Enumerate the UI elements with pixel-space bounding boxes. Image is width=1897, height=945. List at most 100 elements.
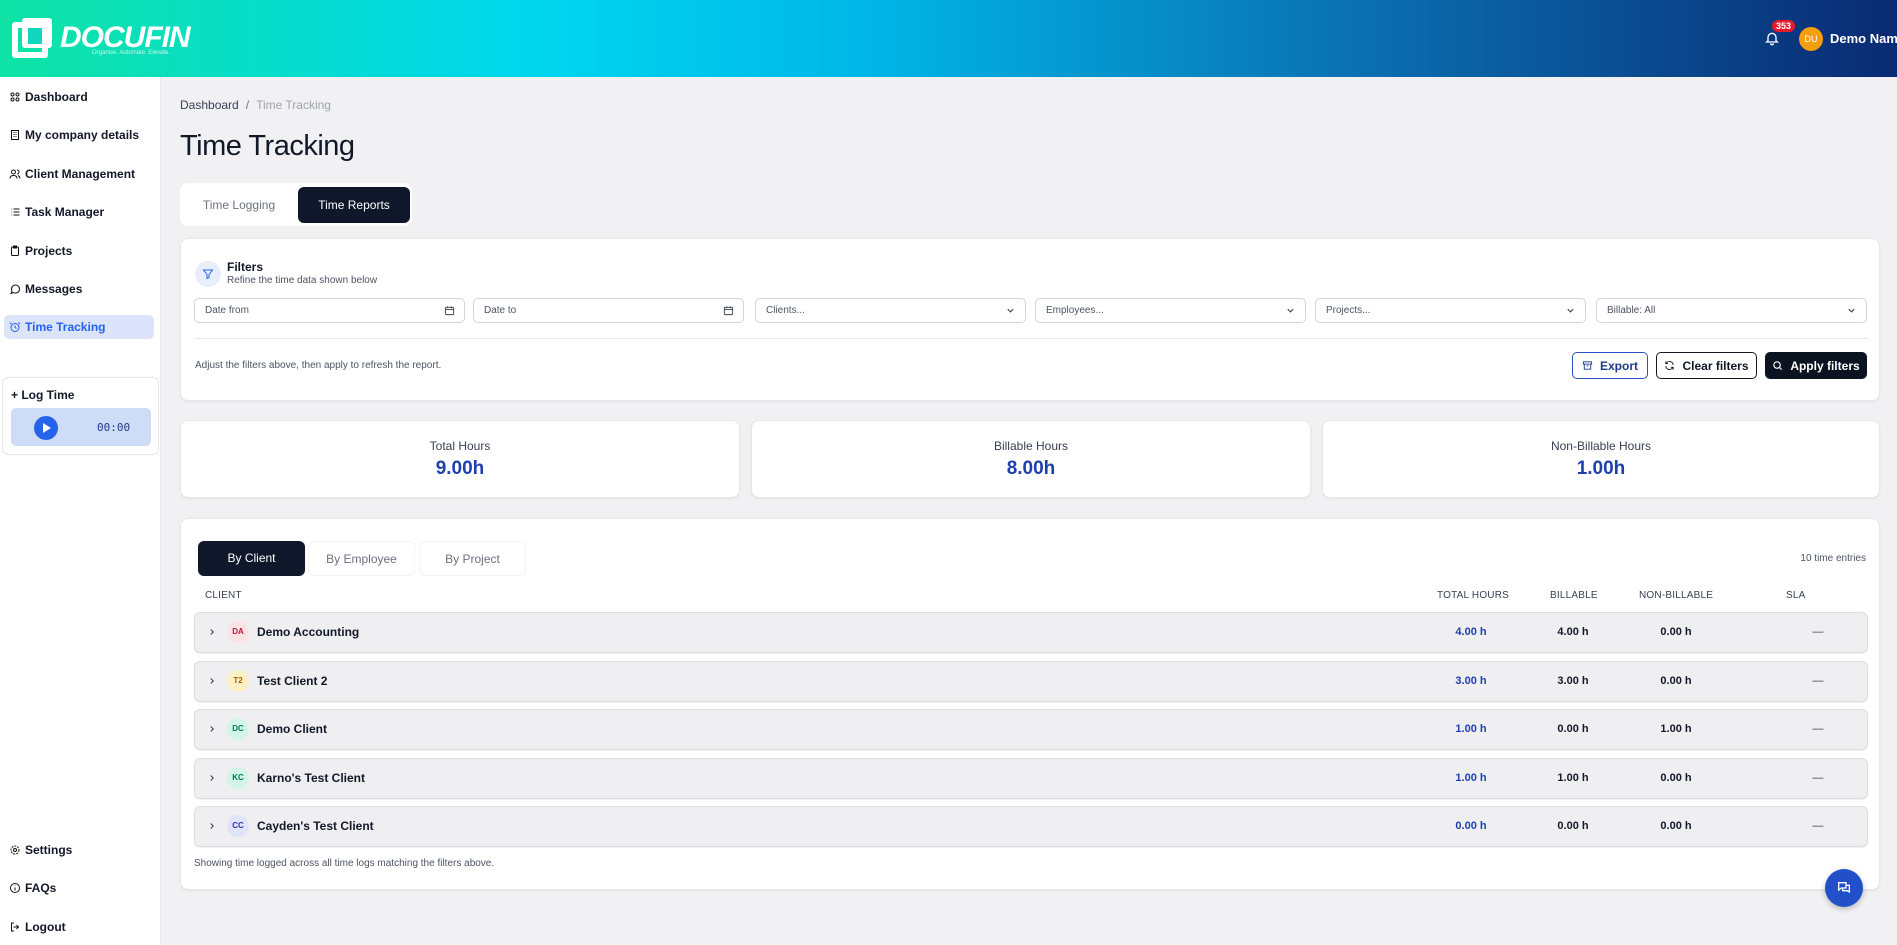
stat-billable-hours: Billable Hours 8.00h <box>751 420 1311 498</box>
filters-title: Filters <box>227 260 264 274</box>
filters-note: Adjust the filters above, then apply to … <box>195 360 442 371</box>
cell-total-hours: 1.00 h <box>1455 723 1487 736</box>
stat-non-billable-hours: Non-Billable Hours 1.00h <box>1322 420 1880 498</box>
cell-non-billable: 1.00 h <box>1660 723 1692 736</box>
tab-by-client[interactable]: By Client <box>198 541 305 576</box>
table-row[interactable]: DA Demo Accounting 4.00 h 4.00 h 0.00 h — <box>194 612 1868 653</box>
client-initials-badge: T2 <box>227 669 249 692</box>
chat-button[interactable] <box>1825 869 1863 907</box>
client-initials-badge: DA <box>227 621 249 643</box>
stat-value: 1.00h <box>1576 458 1626 479</box>
table-row[interactable]: KC Karno's Test Client 1.00 h 1.00 h 0.00 h — <box>194 757 1868 799</box>
report-card: By Client By Employee By Project 10 time… <box>180 518 1880 890</box>
sidebar-item-task-manager[interactable]: Task Manager <box>4 200 154 224</box>
table-row[interactable]: T2 Test Client 2 3.00 h 3.00 h 0.00 h — <box>194 660 1868 702</box>
billable-select[interactable]: Billable: All <box>1596 298 1867 323</box>
sidebar-item-label: Logout <box>25 920 66 934</box>
chat-icon <box>1838 882 1850 894</box>
cell-billable: 3.00 h <box>1557 674 1589 687</box>
chevron-down-icon <box>1287 308 1294 313</box>
export-button[interactable]: Export <box>1572 352 1648 379</box>
cell-total-hours: 3.00 h <box>1455 674 1487 687</box>
cell-sla: — <box>1812 674 1824 687</box>
tab-time-logging[interactable]: Time Logging <box>184 187 294 223</box>
avatar[interactable]: DU <box>1799 27 1823 51</box>
chevron-right-icon[interactable] <box>207 676 217 686</box>
cell-non-billable: 0.00 h <box>1660 820 1692 833</box>
message-icon <box>10 284 21 295</box>
sidebar-item-company-details[interactable]: My company details <box>4 123 154 147</box>
sidebar-item-time-tracking[interactable]: Time Tracking <box>4 315 154 339</box>
stat-label: Total Hours <box>429 439 491 453</box>
logout-icon <box>11 922 20 932</box>
timer-value: 00:00 <box>97 421 131 434</box>
archive-icon <box>1582 361 1593 370</box>
sidebar-item-label: Task Manager <box>25 205 105 219</box>
play-icon[interactable] <box>34 416 58 440</box>
client-name: Demo Client <box>257 722 328 737</box>
cell-sla: — <box>1812 626 1824 638</box>
sidebar-item-client-management[interactable]: Client Management <box>4 162 154 186</box>
sidebar-item-dashboard[interactable]: Dashboard <box>4 85 154 109</box>
chevron-right-icon[interactable] <box>207 627 217 637</box>
gear-icon <box>10 845 20 855</box>
stat-value: 9.00h <box>435 458 485 479</box>
projects-select[interactable]: Projects... <box>1315 298 1586 323</box>
stat-total-hours: Total Hours 9.00h <box>180 420 740 498</box>
table-row[interactable]: CC Cayden's Test Client 0.00 h 0.00 h 0.00 h… <box>194 806 1868 848</box>
breadcrumb-root[interactable]: Dashboard <box>180 98 239 112</box>
cell-non-billable: 0.00 h <box>1660 626 1692 638</box>
user-name[interactable]: Demo Name <box>1830 31 1897 46</box>
tabs: Time Logging Time Reports <box>180 183 412 226</box>
sidebar-item-label: Messages <box>25 282 83 296</box>
cell-total-hours: 4.00 h <box>1455 626 1487 638</box>
employees-select[interactable]: Employees... <box>1035 298 1306 323</box>
log-time-panel: + Log Time 00:00 <box>2 377 159 455</box>
tab-time-reports[interactable]: Time Reports <box>298 187 410 223</box>
users-icon <box>9 169 21 179</box>
logo-mark-icon <box>12 18 52 58</box>
date-from-input[interactable]: Date from <box>194 298 465 323</box>
chevron-right-icon[interactable] <box>207 724 217 734</box>
sidebar-item-settings[interactable]: Settings <box>4 838 154 862</box>
bell-icon[interactable] <box>1764 30 1780 46</box>
report-note: Showing time logged across all time logs… <box>194 858 495 869</box>
breadcrumb-current: Time Tracking <box>256 98 331 112</box>
notification-badge: 353 <box>1772 20 1796 32</box>
cell-billable: 1.00 h <box>1557 771 1589 784</box>
sidebar-item-label: Client Management <box>25 167 136 181</box>
clients-select[interactable]: Clients... <box>755 298 1026 323</box>
sidebar-item-messages[interactable]: Messages <box>4 277 154 301</box>
clock-icon <box>9 322 21 332</box>
chevron-right-icon[interactable] <box>207 821 217 831</box>
cell-sla: — <box>1812 820 1824 833</box>
sidebar-item-projects[interactable]: Projects <box>4 239 154 263</box>
table-row[interactable]: DC Demo Client 1.00 h 0.00 h 1.00 h — <box>194 709 1868 751</box>
logo-tagline: Organise. Automate. Elevate. <box>92 50 171 56</box>
building-icon <box>11 130 19 140</box>
client-name: Karno's Test Client <box>257 770 365 785</box>
chevron-right-icon[interactable] <box>207 773 217 783</box>
employees-placeholder: Employees... <box>1046 305 1104 316</box>
log-time-button[interactable]: + Log Time <box>11 388 74 402</box>
clear-filters-button[interactable]: Clear filters <box>1656 352 1757 379</box>
client-initials-badge: DC <box>227 718 249 741</box>
apply-filters-button[interactable]: Apply filters <box>1765 352 1867 379</box>
column-header-non-billable: Non-Billable <box>1639 590 1714 601</box>
cell-billable: 0.00 h <box>1557 820 1589 833</box>
apply-filters-label: Apply filters <box>1790 358 1860 373</box>
clients-placeholder: Clients... <box>766 305 805 316</box>
client-name: Demo Accounting <box>257 625 360 639</box>
sidebar-item-faqs[interactable]: FAQs <box>4 876 154 900</box>
tab-by-project[interactable]: By Project <box>419 541 526 576</box>
sidebar: Dashboard My company details Client Mana… <box>0 77 161 945</box>
sidebar-item-label: FAQs <box>25 881 57 895</box>
search-icon <box>1773 361 1783 371</box>
grid-icon <box>10 92 20 102</box>
refresh-icon <box>1665 361 1675 370</box>
date-to-input[interactable]: Date to <box>473 298 744 323</box>
sidebar-item-logout[interactable]: Logout <box>4 915 154 939</box>
stat-label: Billable Hours <box>993 439 1069 453</box>
tab-by-employee[interactable]: By Employee <box>308 541 415 576</box>
sidebar-item-label: Settings <box>25 843 73 857</box>
